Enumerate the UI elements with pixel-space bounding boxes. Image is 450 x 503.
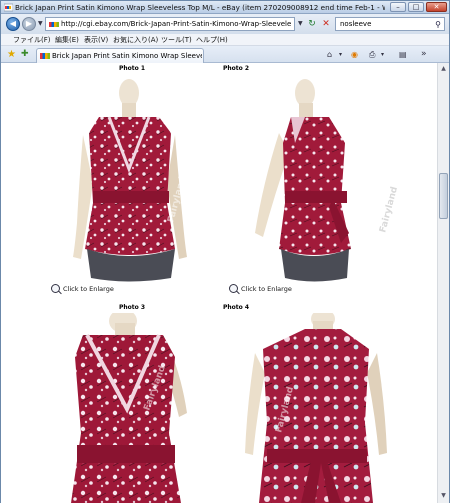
back-arrow-icon: ◀ — [9, 19, 17, 28]
menu-favorites[interactable]: お気に入り(A) — [113, 35, 158, 45]
tab-ebay-item[interactable]: Brick Japan Print Satin Kimono Wrap Slee… — [36, 48, 204, 63]
kimono-top — [85, 117, 175, 255]
scroll-up-icon[interactable]: ▲ — [439, 64, 448, 73]
menu-help[interactable]: ヘルプ(H) — [196, 35, 228, 45]
forward-arrow-icon: ▶ — [25, 19, 33, 28]
kimono-top — [71, 335, 181, 503]
photo-2-watermark: Fairyland — [378, 186, 400, 234]
photo-2-enlarge-label: Click to Enlarge — [241, 285, 292, 293]
photo-1-label: Photo 1 — [119, 65, 146, 72]
tab-label: Brick Japan Print Satin Kimono Wrap Slee… — [52, 52, 202, 60]
ebay-tab-icon — [40, 53, 50, 59]
url-text: http://cgi.ebay.com/Brick-Japan-Print-Sa… — [61, 20, 291, 28]
page-content: Photo 1 Photo 2 Fairyland Fairyland Clic… — [1, 63, 437, 503]
photo-2-label: Photo 2 — [223, 65, 250, 72]
photo-1-enlarge-label: Click to Enlarge — [63, 285, 114, 293]
scroll-thumb[interactable] — [439, 173, 448, 219]
search-field[interactable]: nosleeve ⚲ — [335, 17, 445, 31]
photo-3-label: Photo 3 — [119, 304, 146, 311]
forward-button[interactable]: ▶ — [22, 17, 36, 31]
photo-3-image[interactable]: Fairyland — [63, 313, 213, 503]
photo-1-image[interactable]: Fairyland — [43, 73, 213, 285]
maximize-button[interactable]: □ — [408, 2, 424, 12]
back-button[interactable]: ◀ — [6, 17, 20, 31]
add-favorite-icon[interactable]: ✚ — [21, 49, 29, 60]
print-dropdown-icon[interactable]: ▾ — [381, 49, 384, 60]
print-icon[interactable]: ⎙ — [369, 49, 375, 60]
search-icon[interactable]: ⚲ — [435, 19, 441, 30]
menu-file[interactable]: ファイル(F) — [13, 35, 51, 45]
waist-sash — [77, 445, 175, 463]
vertical-scrollbar[interactable]: ▲ ▼ — [437, 63, 449, 503]
menu-tools[interactable]: ツール(T) — [161, 35, 192, 45]
title-bar: Brick Japan Print Satin Kimono Wrap Slee… — [1, 1, 449, 14]
minimize-button[interactable]: – — [390, 2, 406, 12]
close-button[interactable]: ✕ — [426, 2, 447, 12]
photo-4-label: Photo 4 — [223, 304, 250, 311]
search-value: nosleeve — [340, 20, 372, 28]
home-dropdown-icon[interactable]: ▾ — [339, 49, 342, 60]
stop-icon[interactable]: ✕ — [320, 18, 332, 30]
menu-edit[interactable]: 編集(E) — [55, 35, 79, 45]
tab-bar: ★ ✚ Brick Japan Print Satin Kimono Wrap … — [1, 46, 449, 63]
waist-sash — [267, 449, 367, 463]
url-dropdown-icon[interactable]: ▼ — [298, 20, 303, 27]
scroll-down-icon[interactable]: ▼ — [439, 491, 448, 500]
home-icon[interactable]: ⌂ — [327, 49, 332, 60]
menu-bar: ファイル(F) 編集(E) 表示(V) お気に入り(A) ツール(T) ヘルプ(… — [1, 34, 449, 46]
feeds-icon[interactable]: ◉ — [351, 49, 358, 60]
photo-4-image[interactable]: Fairyland — [241, 313, 391, 503]
waist-sash — [285, 191, 347, 203]
waist-sash — [93, 191, 169, 203]
url-field[interactable]: http://cgi.ebay.com/Brick-Japan-Print-Sa… — [45, 17, 295, 31]
page-menu-icon[interactable]: ▤ — [399, 49, 407, 60]
mannequin-arm-left — [245, 353, 265, 455]
browser-window: Brick Japan Print Satin Kimono Wrap Slee… — [0, 0, 450, 503]
history-dropdown-icon[interactable]: ▼ — [38, 20, 43, 27]
mannequin-head — [119, 79, 139, 107]
magnifier-icon — [51, 284, 60, 293]
ebay-favicon-icon — [49, 22, 59, 27]
window-title: Brick Japan Print Satin Kimono Wrap Slee… — [15, 3, 385, 12]
refresh-icon[interactable]: ↻ — [306, 18, 318, 30]
menu-view[interactable]: 表示(V) — [84, 35, 108, 45]
photo-2-image[interactable]: Fairyland — [233, 73, 413, 285]
address-bar: ◀ ▶ ▼ http://cgi.ebay.com/Brick-Japan-Pr… — [1, 14, 449, 34]
mannequin-head — [295, 79, 315, 107]
mannequin-arm-right — [367, 353, 387, 455]
toolbar-overflow-icon[interactable]: » — [421, 49, 427, 60]
favorites-star-icon[interactable]: ★ — [7, 49, 16, 60]
magnifier-icon — [229, 284, 238, 293]
ebay-page-icon — [4, 3, 13, 12]
